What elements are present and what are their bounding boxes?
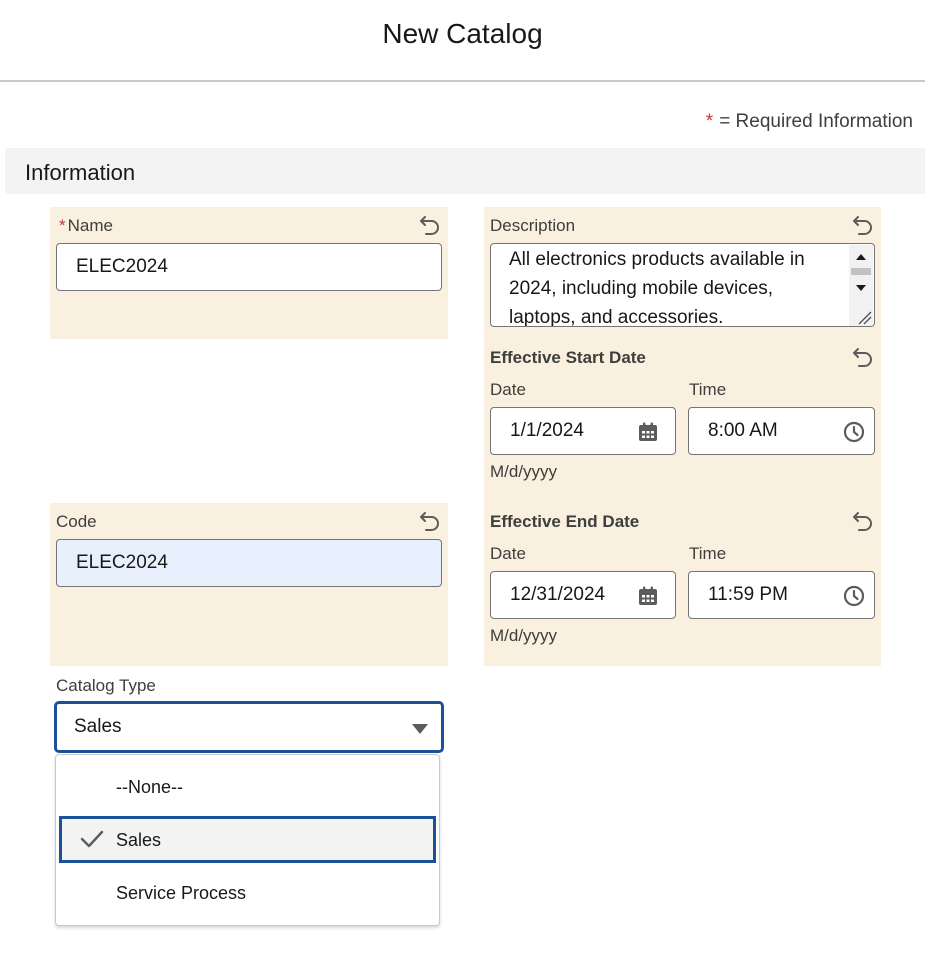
chevron-down-icon[interactable] bbox=[411, 722, 429, 734]
name-label-text: Name bbox=[67, 216, 113, 235]
section-header[interactable] bbox=[5, 148, 925, 194]
required-info-note: * = Required Information bbox=[706, 111, 913, 133]
start-time-sublabel: Time bbox=[689, 380, 727, 399]
calendar-icon[interactable] bbox=[638, 422, 660, 444]
undo-icon[interactable] bbox=[419, 214, 441, 236]
required-star: * bbox=[705, 111, 714, 132]
start-date-format-hint: M/d/yyyy bbox=[490, 462, 558, 481]
section-title: Information bbox=[25, 160, 136, 185]
undo-icon[interactable] bbox=[852, 346, 874, 368]
clock-icon[interactable] bbox=[843, 585, 865, 607]
undo-icon[interactable] bbox=[419, 510, 441, 532]
description-scrollbar[interactable] bbox=[849, 245, 873, 326]
end-date-value: 12/31/2024 bbox=[510, 584, 606, 605]
modal-title: New Catalog bbox=[382, 18, 543, 49]
option-none[interactable]: --None-- bbox=[116, 777, 183, 798]
catalog-type-value: Sales bbox=[74, 716, 122, 737]
start-date-value: 1/1/2024 bbox=[510, 420, 584, 441]
start-time-value: 8:00 AM bbox=[708, 420, 778, 441]
end-date-label: Effective End Date bbox=[490, 512, 640, 531]
code-label: Code bbox=[56, 512, 97, 531]
name-input-value: ELEC2024 bbox=[76, 256, 168, 277]
option-sales[interactable]: Sales bbox=[116, 830, 161, 851]
name-input[interactable]: ELEC2024 bbox=[56, 243, 442, 291]
description-label: Description bbox=[490, 216, 576, 235]
description-text: All electronics products available in 20… bbox=[509, 249, 805, 327]
clock-icon[interactable] bbox=[843, 421, 865, 443]
header-divider bbox=[0, 80, 925, 82]
end-time-value: 11:59 PM bbox=[708, 584, 788, 605]
description-textarea[interactable]: All electronics products available in 20… bbox=[490, 243, 875, 327]
code-input[interactable]: ELEC2024 bbox=[56, 539, 442, 587]
catalog-type-combobox[interactable]: Sales bbox=[54, 701, 444, 753]
start-date-sublabel: Date bbox=[490, 380, 526, 399]
start-date-label: Effective Start Date bbox=[490, 348, 646, 367]
end-time-sublabel: Time bbox=[689, 544, 727, 563]
option-service-process[interactable]: Service Process bbox=[116, 883, 246, 904]
undo-icon[interactable] bbox=[852, 510, 874, 532]
end-date-format-hint: M/d/yyyy bbox=[490, 626, 558, 645]
catalog-type-label: Catalog Type bbox=[56, 676, 156, 695]
code-input-value: ELEC2024 bbox=[76, 552, 168, 573]
end-date-sublabel: Date bbox=[490, 544, 526, 563]
name-label: * Name bbox=[59, 216, 113, 236]
undo-icon[interactable] bbox=[852, 214, 874, 236]
name-required-star: * bbox=[59, 216, 66, 235]
check-icon bbox=[80, 829, 104, 849]
required-info-text: = Required Information bbox=[719, 111, 913, 132]
calendar-icon[interactable] bbox=[638, 586, 660, 608]
